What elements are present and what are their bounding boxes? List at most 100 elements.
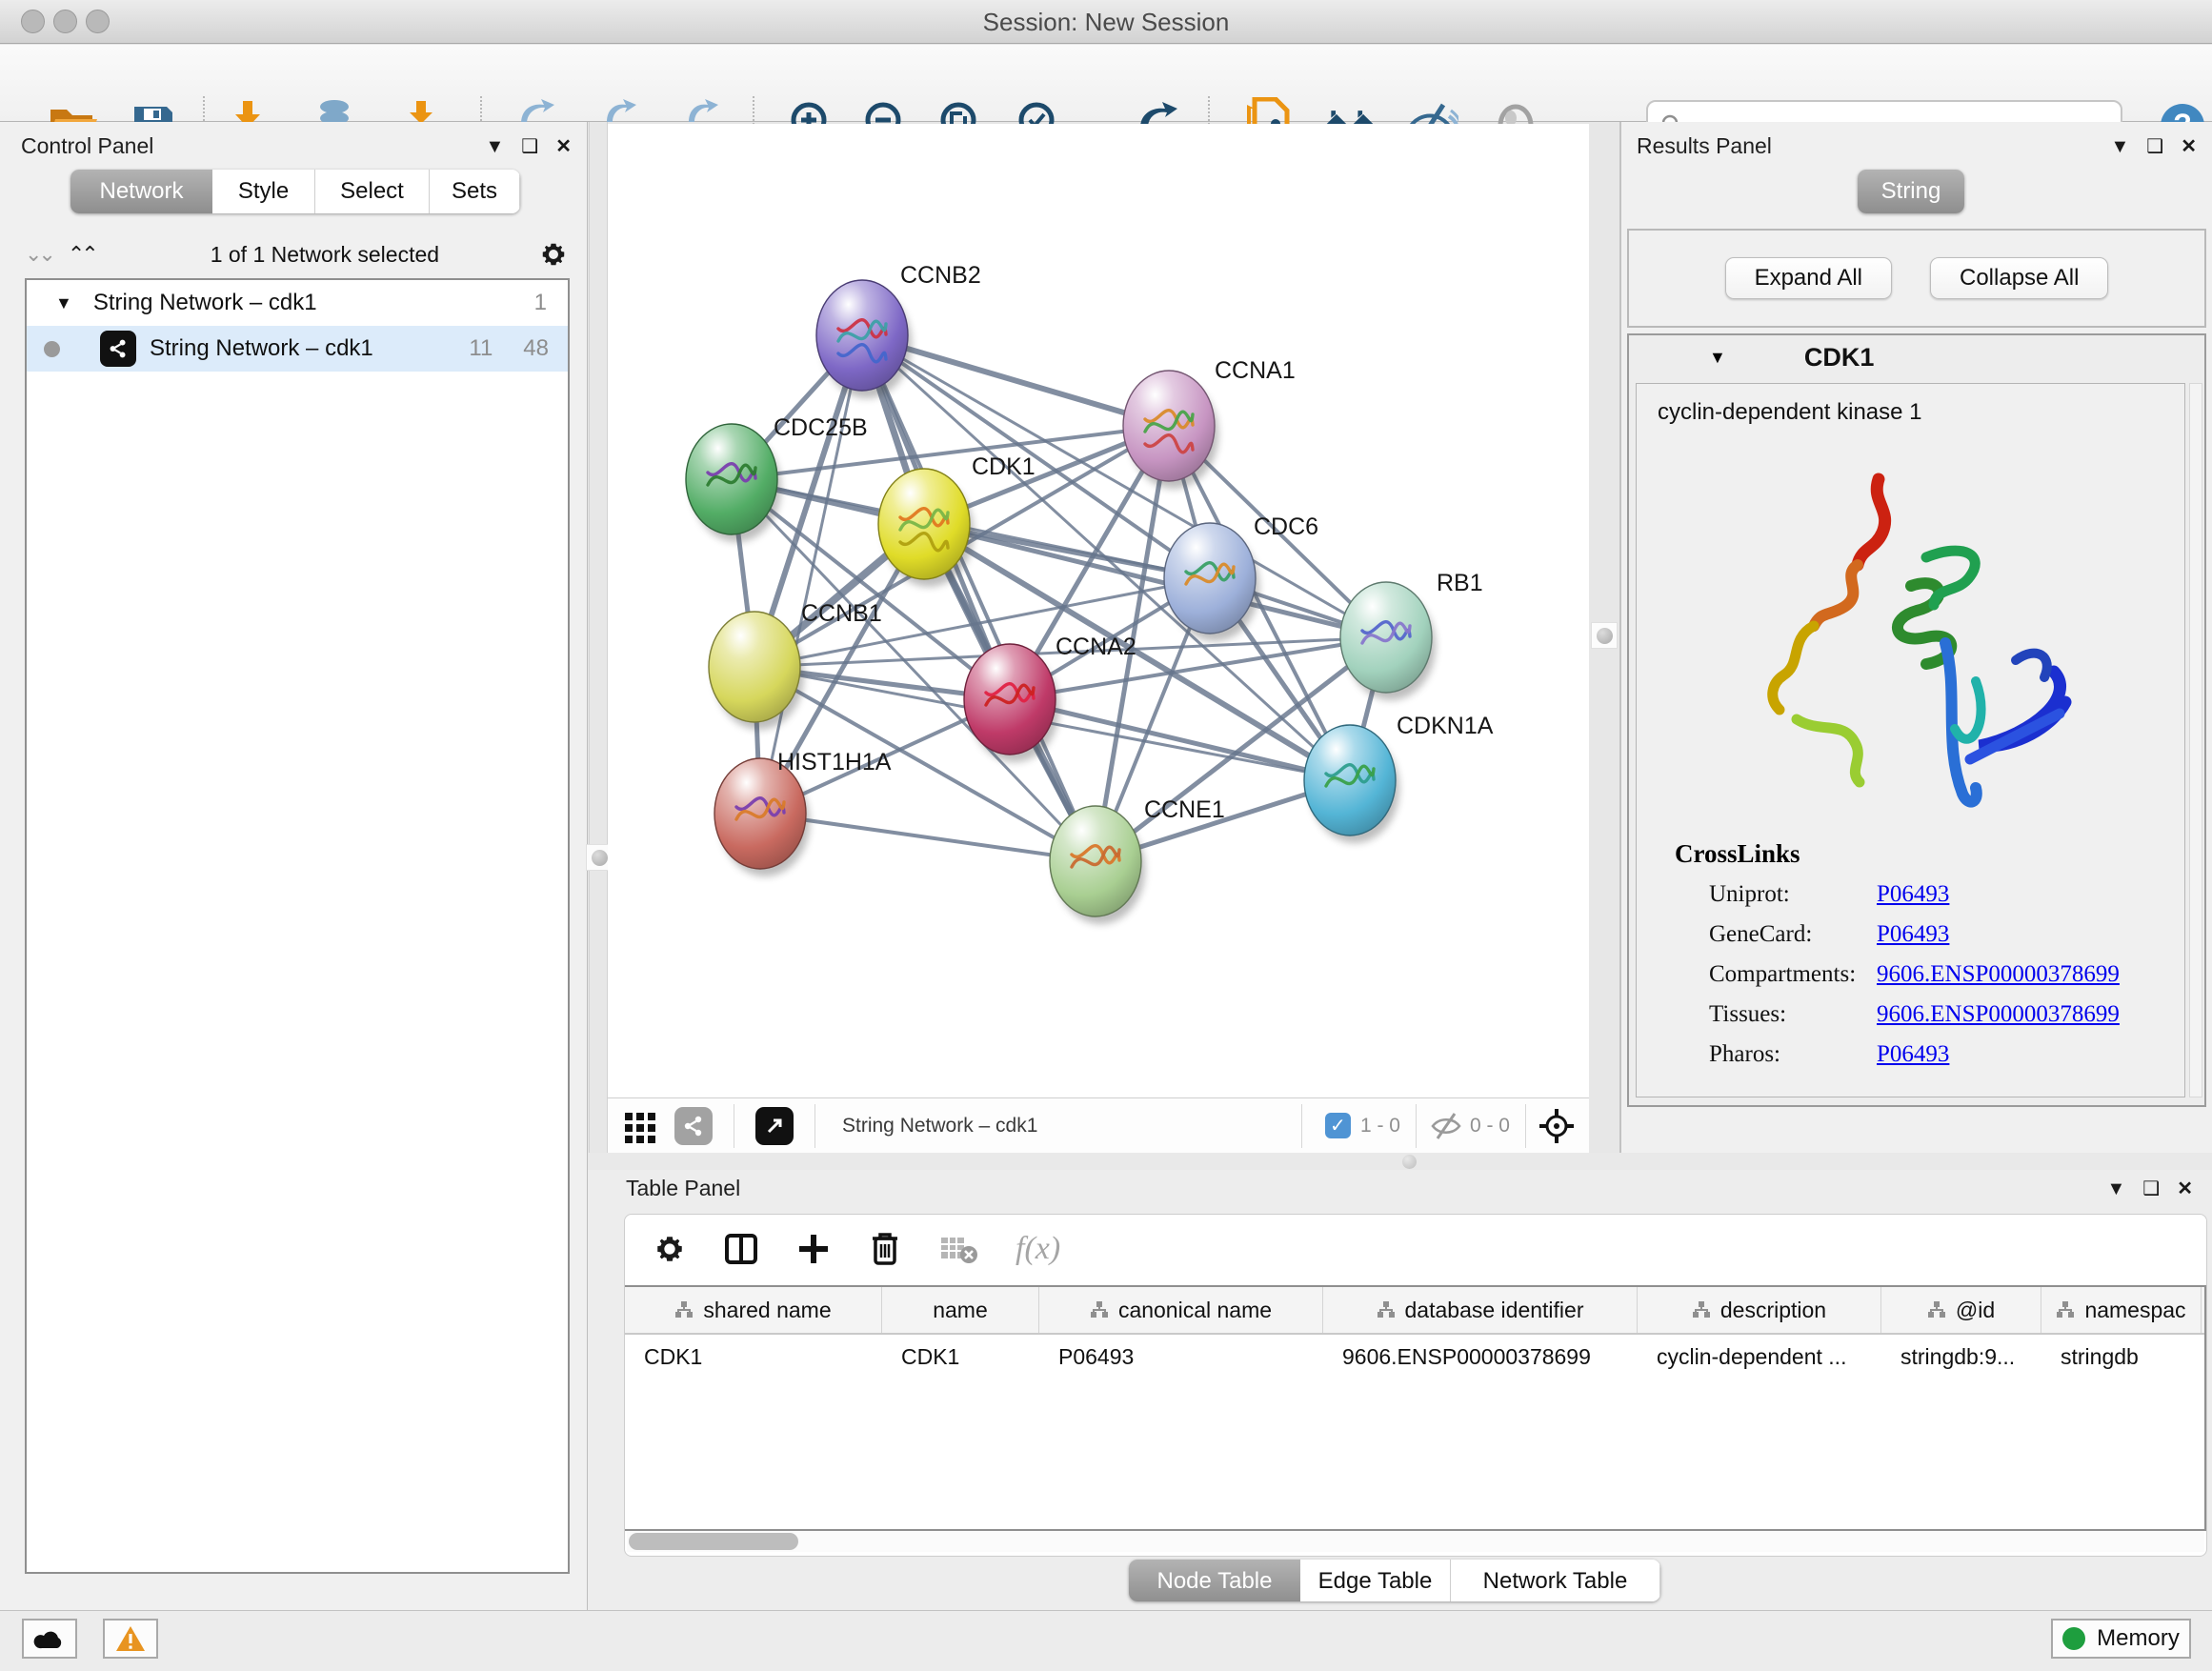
- memory-button[interactable]: Memory: [2051, 1619, 2191, 1659]
- table-cell[interactable]: cyclin-dependent ...: [1638, 1335, 1881, 1379]
- collapse-all-button[interactable]: Collapse All: [1930, 257, 2108, 299]
- crosslink-label: Tissues:: [1709, 1001, 1877, 1028]
- column-header-database-identifier[interactable]: database identifier: [1323, 1287, 1638, 1333]
- column-header-shared-name[interactable]: shared name: [625, 1287, 882, 1333]
- crosslink-value-link[interactable]: 9606.ENSP00000378699: [1877, 961, 2120, 988]
- network-node-cdc25b[interactable]: CDC25B: [686, 414, 868, 542]
- expand-all-button[interactable]: Expand All: [1725, 257, 1892, 299]
- network-node-rb1[interactable]: RB1: [1340, 570, 1483, 700]
- results-scrollbar[interactable]: [2189, 383, 2202, 1097]
- column-header-name[interactable]: name: [882, 1287, 1039, 1333]
- table-container: f(x) shared name name canonical name databa…: [624, 1214, 2207, 1557]
- results-panel: Results Panel ▼ ❑ ✕ String Expand All Co…: [1619, 122, 2212, 1167]
- expand-all-networks-icon[interactable]: ⌃⌃: [68, 242, 95, 267]
- network-list: ▼ String Network – cdk1 1 String Network…: [25, 278, 570, 1574]
- tab-edge-table[interactable]: Edge Table: [1300, 1560, 1451, 1601]
- column-header-label: name: [933, 1298, 988, 1323]
- network-edge[interactable]: [760, 814, 1096, 861]
- table-cell[interactable]: stringdb: [2041, 1335, 2202, 1379]
- node-label: HIST1H1A: [777, 749, 892, 775]
- network-view-title: String Network – cdk1: [842, 1115, 1301, 1137]
- column-header-label: namespac: [2084, 1298, 2185, 1323]
- cloud-status-button[interactable]: [22, 1619, 77, 1659]
- network-edge[interactable]: [862, 335, 1096, 861]
- table-cell[interactable]: CDK1: [882, 1335, 1039, 1379]
- add-column-icon[interactable]: [796, 1232, 831, 1266]
- fit-content-crosshair-icon[interactable]: [1538, 1107, 1576, 1145]
- tab-sets[interactable]: Sets: [430, 170, 520, 213]
- network-view: CCNB2CCNA1CDC25BCDK1CDC6RB1CCNB1CCNA2CDK…: [608, 124, 1589, 1153]
- table-row[interactable]: CDK1CDK1P064939606.ENSP00000378699cyclin…: [625, 1335, 2204, 1379]
- collection-expand-icon[interactable]: ▼: [55, 293, 72, 313]
- tab-node-table[interactable]: Node Table: [1129, 1560, 1300, 1601]
- panel-close-icon[interactable]: ✕: [2181, 137, 2197, 156]
- crosslinks-heading: CrossLinks: [1637, 820, 2184, 875]
- crosslink-row: Uniprot:P06493: [1637, 875, 2184, 915]
- network-node-cdkn1a[interactable]: CDKN1A: [1304, 713, 1494, 843]
- network-node-ccne1[interactable]: CCNE1: [1050, 796, 1225, 924]
- network-collection-row[interactable]: ▼ String Network – cdk1 1: [27, 280, 568, 326]
- birdseye-view-icon[interactable]: [755, 1107, 794, 1145]
- grid-view-icon[interactable]: [623, 1109, 657, 1143]
- network-node-ccna1[interactable]: CCNA1: [1123, 357, 1296, 489]
- panel-close-icon[interactable]: ✕: [2177, 1179, 2193, 1198]
- panel-menu-icon[interactable]: ▼: [486, 137, 505, 156]
- tab-style[interactable]: Style: [212, 170, 315, 213]
- collapse-all-networks-icon[interactable]: ⌄⌄: [25, 242, 52, 267]
- table-body: CDK1CDK1P064939606.ENSP00000378699cyclin…: [625, 1335, 2204, 1379]
- panel-menu-icon[interactable]: ▼: [2107, 1179, 2126, 1198]
- delete-column-icon[interactable]: [869, 1231, 901, 1267]
- function-builder-icon: f(x): [1016, 1231, 1060, 1267]
- selected-checkbox-icon[interactable]: ✓: [1325, 1113, 1351, 1138]
- network-node-hist1h1a[interactable]: HIST1H1A: [714, 749, 892, 876]
- table-options-gear-icon[interactable]: [654, 1233, 686, 1265]
- network-node-ccnb1[interactable]: CCNB1: [709, 600, 882, 730]
- column-header-namespac[interactable]: namespac: [2041, 1287, 2202, 1333]
- network-share-view-icon[interactable]: [674, 1107, 713, 1145]
- entry-collapse-icon[interactable]: ▼: [1709, 348, 1726, 368]
- tab-select[interactable]: Select: [315, 170, 430, 213]
- hidden-eye-icon: [1430, 1112, 1462, 1140]
- results-panel-divider[interactable]: [1589, 122, 1619, 1153]
- panel-menu-icon[interactable]: ▼: [2111, 137, 2130, 156]
- table-cell[interactable]: P06493: [1039, 1335, 1323, 1379]
- crosslink-value-link[interactable]: 9606.ENSP00000378699: [1877, 1001, 2120, 1028]
- crosslink-value-link[interactable]: P06493: [1877, 881, 1949, 908]
- network-canvas[interactable]: CCNB2CCNA1CDC25BCDK1CDC6RB1CCNB1CCNA2CDK…: [608, 124, 1589, 1097]
- show-columns-icon[interactable]: [724, 1232, 758, 1266]
- shared-column-icon: [1377, 1300, 1396, 1319]
- tab-network[interactable]: Network: [70, 170, 212, 213]
- table-cell[interactable]: stringdb:9...: [1881, 1335, 2041, 1379]
- column-header-label: canonical name: [1118, 1298, 1272, 1323]
- network-row[interactable]: String Network – cdk1 11 48: [27, 326, 568, 372]
- panel-close-icon[interactable]: ✕: [555, 137, 572, 156]
- table-cell[interactable]: 9606.ENSP00000378699: [1323, 1335, 1638, 1379]
- column-header--id[interactable]: @id: [1881, 1287, 2041, 1333]
- scrollbar-thumb[interactable]: [629, 1533, 798, 1550]
- results-panel-divider-grip[interactable]: [1591, 622, 1618, 649]
- results-entry-header[interactable]: ▼ CDK1: [1629, 335, 2204, 379]
- control-panel-divider[interactable]: [589, 122, 608, 1153]
- network-edge[interactable]: [760, 335, 862, 814]
- panel-float-icon[interactable]: ❑: [2146, 137, 2163, 156]
- panel-float-icon[interactable]: ❑: [2142, 1179, 2160, 1198]
- crosslink-value-link[interactable]: P06493: [1877, 1041, 1949, 1068]
- network-node-cdc6[interactable]: CDC6: [1164, 513, 1318, 641]
- table-panel-splitter[interactable]: [588, 1153, 2212, 1170]
- results-actions: Expand All Collapse All: [1627, 229, 2206, 328]
- column-header-description[interactable]: description: [1638, 1287, 1881, 1333]
- network-options-gear-icon[interactable]: [539, 240, 568, 269]
- panel-float-icon[interactable]: ❑: [521, 137, 538, 156]
- table-horizontal-scrollbar[interactable]: [627, 1531, 2204, 1552]
- tab-string[interactable]: String: [1858, 170, 1964, 213]
- table-cell[interactable]: CDK1: [625, 1335, 882, 1379]
- network-edge[interactable]: [1010, 699, 1350, 780]
- warnings-button[interactable]: [103, 1619, 158, 1659]
- network-node-cdk1[interactable]: CDK1: [878, 453, 1036, 587]
- crosslink-value-link[interactable]: P06493: [1877, 921, 1949, 948]
- column-header-label: database identifier: [1405, 1298, 1584, 1323]
- network-node-ccnb2[interactable]: CCNB2: [816, 262, 981, 398]
- column-header-canonical-name[interactable]: canonical name: [1039, 1287, 1323, 1333]
- splitter-grip[interactable]: [1402, 1155, 1417, 1169]
- tab-network-table[interactable]: Network Table: [1451, 1560, 1660, 1601]
